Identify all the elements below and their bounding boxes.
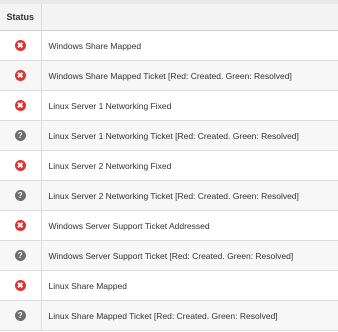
- status-cell: ?: [0, 240, 42, 271]
- table-row[interactable]: ✖ Linux Server 1 Networking Fixed: [0, 90, 338, 121]
- status-cell: ?: [0, 120, 42, 151]
- table-header-row: Status: [0, 4, 338, 31]
- check-name: Windows Share Mapped Ticket [Red: Create…: [41, 60, 338, 91]
- status-cell: ✖: [0, 90, 42, 121]
- status-column-header[interactable]: Status: [0, 4, 42, 31]
- status-cell: ✖: [0, 210, 42, 241]
- status-cell: ?: [0, 300, 42, 331]
- question-circle-icon: ?: [14, 250, 26, 262]
- check-name: Linux Server 2 Networking Ticket [Red: C…: [41, 180, 338, 211]
- table-row[interactable]: ✖ Windows Server Support Ticket Addressed: [0, 210, 338, 241]
- status-cell: ?: [0, 180, 42, 211]
- x-circle-icon: ✖: [14, 160, 26, 172]
- status-cell: ✖: [0, 270, 42, 301]
- question-circle-icon: ?: [14, 190, 26, 202]
- check-name: Linux Server 2 Networking Fixed: [41, 150, 338, 181]
- check-name: Linux Share Mapped: [41, 270, 338, 301]
- question-circle-icon: ?: [14, 310, 26, 322]
- question-circle-icon: ?: [14, 130, 26, 142]
- x-circle-icon: ✖: [14, 70, 26, 82]
- check-name: Linux Share Mapped Ticket [Red: Created.…: [41, 300, 338, 331]
- status-cell: ✖: [0, 150, 42, 181]
- x-circle-icon: ✖: [14, 280, 26, 292]
- x-circle-icon: ✖: [14, 40, 26, 52]
- table-row[interactable]: ✖ Linux Server 2 Networking Fixed: [0, 150, 338, 181]
- check-name: Windows Server Support Ticket [Red: Crea…: [41, 240, 338, 271]
- table-row[interactable]: ✖ Windows Share Mapped: [0, 30, 338, 61]
- table-row[interactable]: ✖ Linux Share Mapped: [0, 270, 338, 301]
- x-circle-icon: ✖: [14, 100, 26, 112]
- status-table: Status ✖ Windows Share Mapped ✖ Windows Sha…: [0, 4, 338, 331]
- x-circle-icon: ✖: [14, 220, 26, 232]
- check-name: Linux Server 1 Networking Fixed: [41, 90, 338, 121]
- name-column-header[interactable]: [41, 4, 338, 31]
- table-row[interactable]: ✖ Windows Share Mapped Ticket [Red: Creat…: [0, 60, 338, 91]
- table-row[interactable]: ? Windows Server Support Ticket [Red: Cre…: [0, 240, 338, 271]
- check-name: Linux Server 1 Networking Ticket [Red: C…: [41, 120, 338, 151]
- status-cell: ✖: [0, 30, 42, 61]
- table-row[interactable]: ? Linux Share Mapped Ticket [Red: Created…: [0, 300, 338, 331]
- table-row[interactable]: ? Linux Server 2 Networking Ticket [Red: …: [0, 180, 338, 211]
- table-row[interactable]: ? Linux Server 1 Networking Ticket [Red: …: [0, 120, 338, 151]
- status-cell: ✖: [0, 60, 42, 91]
- check-name: Windows Server Support Ticket Addressed: [41, 210, 338, 241]
- table-body: ✖ Windows Share Mapped ✖ Windows Share Mapp…: [0, 30, 338, 331]
- check-name: Windows Share Mapped: [41, 30, 338, 61]
